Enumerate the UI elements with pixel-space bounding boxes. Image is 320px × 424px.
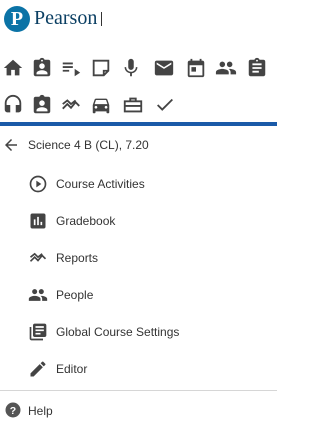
toolbar-row-2 xyxy=(2,94,272,116)
bar-chart-icon xyxy=(28,211,48,231)
briefcase-icon[interactable] xyxy=(122,94,144,116)
course-header: Science 4 B (CL), 7.20 xyxy=(0,136,277,156)
menu-label: Global Course Settings xyxy=(56,325,180,339)
clipboard-icon[interactable] xyxy=(246,57,268,79)
car-icon[interactable] xyxy=(90,94,112,116)
accent-bar xyxy=(0,122,277,126)
people-icon[interactable] xyxy=(215,57,237,79)
menu-item-editor[interactable]: Editor xyxy=(0,351,277,387)
menu-label: People xyxy=(56,288,94,302)
app-header: P Pearson xyxy=(0,0,277,44)
menu-label: Course Activities xyxy=(56,177,145,191)
reports-icon xyxy=(28,248,48,268)
pencil-icon xyxy=(28,359,48,379)
help-link[interactable]: ? Help xyxy=(0,399,120,423)
check-icon[interactable] xyxy=(154,94,176,116)
headset-icon[interactable] xyxy=(2,94,24,116)
mic-icon[interactable] xyxy=(120,57,142,79)
toolbar-row-1 xyxy=(2,57,272,79)
menu-label: Editor xyxy=(56,362,88,376)
home-icon[interactable] xyxy=(2,57,24,79)
course-title: Science 4 B (CL), 7.20 xyxy=(28,138,149,152)
menu-item-gradebook[interactable]: Gradebook xyxy=(0,203,277,239)
mail-icon[interactable] xyxy=(153,57,175,79)
assignment-ind-icon[interactable] xyxy=(31,57,53,79)
menu-item-global-course-settings[interactable]: Global Course Settings xyxy=(0,314,277,350)
menu-label: Gradebook xyxy=(56,214,116,228)
back-arrow-icon[interactable] xyxy=(2,136,20,156)
calendar-icon[interactable] xyxy=(185,57,207,79)
badge-icon[interactable] xyxy=(31,94,53,116)
logo-separator xyxy=(101,12,102,26)
svg-text:?: ? xyxy=(10,405,16,417)
library-icon xyxy=(28,322,48,342)
pearson-logo-icon[interactable]: P xyxy=(4,6,30,32)
help-circle-icon: ? xyxy=(4,401,22,419)
menu-item-course-activities[interactable]: Course Activities xyxy=(0,166,277,202)
people-icon xyxy=(28,285,48,305)
menu-item-reports[interactable]: Reports xyxy=(0,240,277,276)
footer-divider xyxy=(0,390,277,391)
play-circle-icon xyxy=(28,174,48,194)
note-icon[interactable] xyxy=(90,57,112,79)
brand-name: Pearson xyxy=(34,7,98,29)
playlist-icon[interactable] xyxy=(60,57,82,79)
help-label: Help xyxy=(28,404,53,418)
menu-label: Reports xyxy=(56,251,99,265)
trending-icon[interactable] xyxy=(60,94,82,116)
menu-item-people[interactable]: People xyxy=(0,277,277,313)
